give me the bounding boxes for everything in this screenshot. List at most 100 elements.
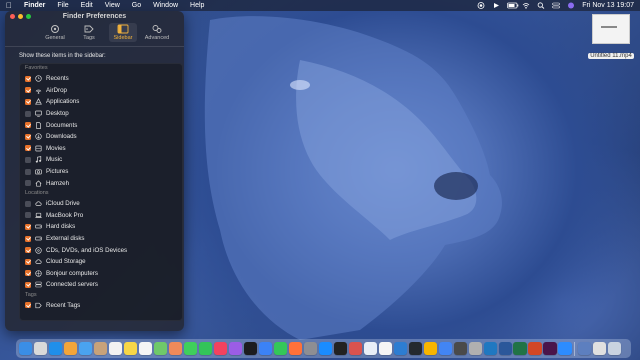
menu-view[interactable]: View	[99, 2, 126, 9]
checkbox-documents[interactable]	[25, 122, 31, 129]
tv-icon[interactable]	[243, 341, 258, 356]
battery-icon[interactable]	[507, 2, 519, 9]
music-app-icon[interactable]	[213, 341, 228, 356]
control-center-icon[interactable]	[552, 2, 561, 9]
menu-edit[interactable]: Edit	[75, 2, 99, 9]
apple-icon[interactable]: 	[0, 1, 18, 10]
messages-icon[interactable]	[183, 341, 198, 356]
sidebar-option-bonjour-computers[interactable]: Bonjour computers	[20, 268, 182, 280]
sidebar-option-movies[interactable]: Movies	[20, 143, 182, 155]
tab-tags[interactable]: Tags	[75, 23, 103, 42]
facetime-icon[interactable]	[198, 341, 213, 356]
sidebar-option-airdrop[interactable]: AirDrop	[20, 85, 182, 97]
search-icon[interactable]	[537, 2, 545, 9]
calendar-icon[interactable]	[108, 341, 123, 356]
sidebar-option-recent-tags[interactable]: Recent Tags	[20, 300, 182, 312]
firefox-icon[interactable]	[288, 341, 303, 356]
keynote-icon[interactable]	[258, 341, 273, 356]
excel-icon[interactable]	[513, 341, 527, 356]
word-icon[interactable]	[498, 341, 512, 356]
tab-sidebar[interactable]: Sidebar	[109, 23, 137, 42]
sidebar-option-cloud-storage[interactable]: Cloud Storage	[20, 256, 182, 268]
preview-icon[interactable]	[363, 341, 378, 356]
sidebar-option-cds-dvds-and-ios-devices[interactable]: CDs, DVDs, and iOS Devices	[20, 244, 182, 256]
system-preferences-icon[interactable]	[303, 341, 318, 356]
sidebar-option-macbook-pro[interactable]: MacBook Pro	[20, 210, 182, 222]
textedit-icon[interactable]	[378, 341, 393, 356]
vscode-icon[interactable]	[483, 341, 497, 356]
menu-window[interactable]: Window	[147, 2, 184, 9]
record-icon[interactable]	[477, 2, 485, 9]
checkbox-icloud-drive[interactable]	[25, 200, 31, 207]
photos-icon[interactable]	[168, 341, 183, 356]
sidebar-option-desktop[interactable]: Desktop	[20, 108, 182, 120]
window-titlebar[interactable]: Finder Preferences	[5, 11, 184, 21]
numbers-icon[interactable]	[273, 341, 288, 356]
xcode-icon[interactable]	[393, 341, 407, 356]
checkbox-hard-disks[interactable]	[25, 223, 31, 230]
reminders-icon[interactable]	[138, 341, 153, 356]
finder-icon[interactable]	[19, 341, 33, 356]
tab-advanced[interactable]: Advanced	[143, 23, 171, 42]
slack-icon[interactable]	[543, 341, 557, 356]
launchpad-icon[interactable]	[33, 341, 48, 356]
sidebar-option-connected-servers[interactable]: Connected servers	[20, 279, 182, 291]
sidebar-option-hamzeh[interactable]: Hamzeh	[20, 177, 182, 189]
wifi-icon[interactable]	[522, 2, 530, 9]
desktop-file[interactable]: Untitled 11.mp4	[586, 14, 636, 62]
sidebar-option-music[interactable]: Music	[20, 154, 182, 166]
pages-icon[interactable]	[63, 341, 78, 356]
checkbox-downloads[interactable]	[25, 133, 31, 140]
sidebar-option-external-disks[interactable]: External disks	[20, 233, 182, 245]
checkbox-movies[interactable]	[25, 145, 31, 152]
powerpoint-icon[interactable]	[528, 341, 542, 356]
sidebar-option-downloads[interactable]: Downloads	[20, 131, 182, 143]
maps-icon[interactable]	[153, 341, 168, 356]
checkbox-connected-servers[interactable]	[25, 281, 31, 288]
checkbox-recent-tags[interactable]	[25, 302, 31, 309]
sidebar-option-icloud-drive[interactable]: iCloud Drive	[20, 198, 182, 210]
sidebar-option-pictures[interactable]: Pictures	[20, 166, 182, 178]
menu-go[interactable]: Go	[126, 2, 147, 9]
checkbox-pictures[interactable]	[25, 168, 31, 175]
menu-clock[interactable]: Fri Nov 13 19:07	[582, 2, 634, 9]
trash-icon[interactable]	[607, 341, 622, 356]
checkbox-cloud-storage[interactable]	[25, 258, 31, 265]
terminal-icon[interactable]	[333, 341, 348, 356]
checkbox-cds-dvds-and-ios-devices[interactable]	[25, 247, 31, 254]
menu-help[interactable]: Help	[184, 2, 210, 9]
menu-file[interactable]: File	[51, 2, 74, 9]
app-store-icon[interactable]	[318, 341, 333, 356]
sidebar-items-list[interactable]: Favorites Recents AirDrop Applications Deskt…	[19, 63, 183, 321]
checkbox-external-disks[interactable]	[25, 235, 31, 242]
tab-general[interactable]: General	[41, 23, 69, 42]
close-button[interactable]	[10, 14, 15, 19]
mail-icon[interactable]	[78, 341, 93, 356]
disk-utility-icon[interactable]	[468, 341, 482, 356]
checkbox-music[interactable]	[25, 156, 31, 163]
checkbox-recents[interactable]	[25, 75, 31, 82]
minimize-button[interactable]	[18, 14, 23, 19]
sidebar-option-recents[interactable]: Recents	[20, 73, 182, 85]
checkbox-desktop[interactable]	[25, 110, 31, 117]
checkbox-hamzeh[interactable]	[25, 180, 31, 187]
downloads-stack-icon[interactable]	[578, 341, 592, 356]
menu-finder[interactable]: Finder	[18, 2, 51, 9]
sidebar-option-documents[interactable]: Documents	[20, 119, 182, 131]
checkbox-bonjour-computers[interactable]	[25, 270, 31, 277]
chrome-icon[interactable]	[438, 341, 452, 356]
screen-recorder-icon[interactable]	[348, 341, 363, 356]
notes-icon[interactable]	[123, 341, 138, 356]
podcasts-icon[interactable]	[228, 341, 243, 356]
zoom-button[interactable]	[26, 14, 31, 19]
siri-icon[interactable]	[567, 2, 575, 9]
sketch-icon[interactable]	[423, 341, 437, 356]
sidebar-option-applications[interactable]: Applications	[20, 96, 182, 108]
play-icon[interactable]	[492, 2, 500, 9]
checkbox-applications[interactable]	[25, 98, 31, 105]
checkbox-macbook-pro[interactable]	[25, 212, 31, 219]
github-icon[interactable]	[408, 341, 422, 356]
contacts-icon[interactable]	[93, 341, 108, 356]
safari-icon[interactable]	[48, 341, 63, 356]
zoom-icon[interactable]	[558, 341, 572, 356]
